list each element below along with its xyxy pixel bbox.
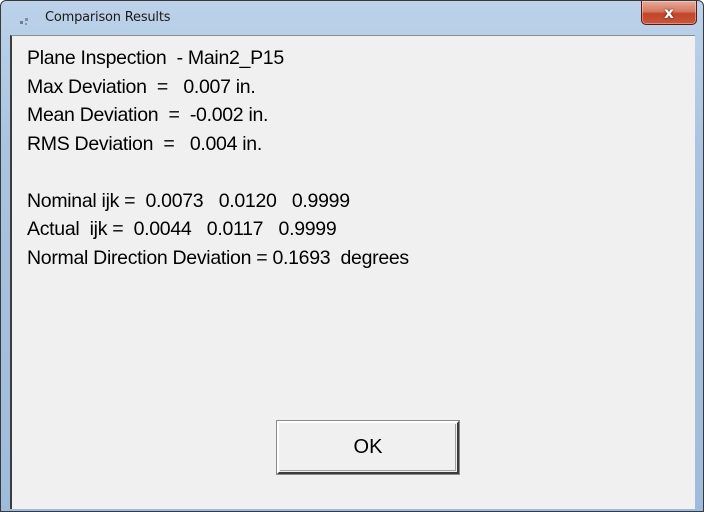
window-app-icon[interactable] (19, 14, 37, 26)
nominal-ijk: Nominal ijk = 0.0073 0.0120 0.9999 (27, 189, 350, 212)
ok-button-label: OK (353, 436, 383, 458)
close-icon: x (664, 3, 674, 22)
results-text: Plane Inspection - Main2_P15 Max Deviati… (27, 44, 409, 272)
inspection-name: Plane Inspection - Main2_P15 (27, 47, 284, 69)
max-deviation: Max Deviation = 0.007 in. (27, 75, 256, 98)
actual-ijk: Actual ijk = 0.0044 0.0117 0.9999 (27, 218, 337, 240)
dialog-content: Plane Inspection - Main2_P15 Max Deviati… (10, 35, 695, 509)
title-bar[interactable]: Comparison Results x (1, 1, 703, 35)
rms-deviation: RMS Deviation = 0.004 in. (27, 132, 262, 155)
dialog-window: Comparison Results x Plane Inspection - … (0, 0, 704, 512)
ok-button[interactable]: OK (276, 420, 460, 475)
close-button[interactable]: x (641, 1, 697, 25)
window-title: Comparison Results (45, 10, 171, 25)
normal-direction-deviation: Normal Direction Deviation = 0.1693 degr… (27, 246, 409, 269)
mean-deviation: Mean Deviation = -0.002 in. (27, 104, 269, 126)
